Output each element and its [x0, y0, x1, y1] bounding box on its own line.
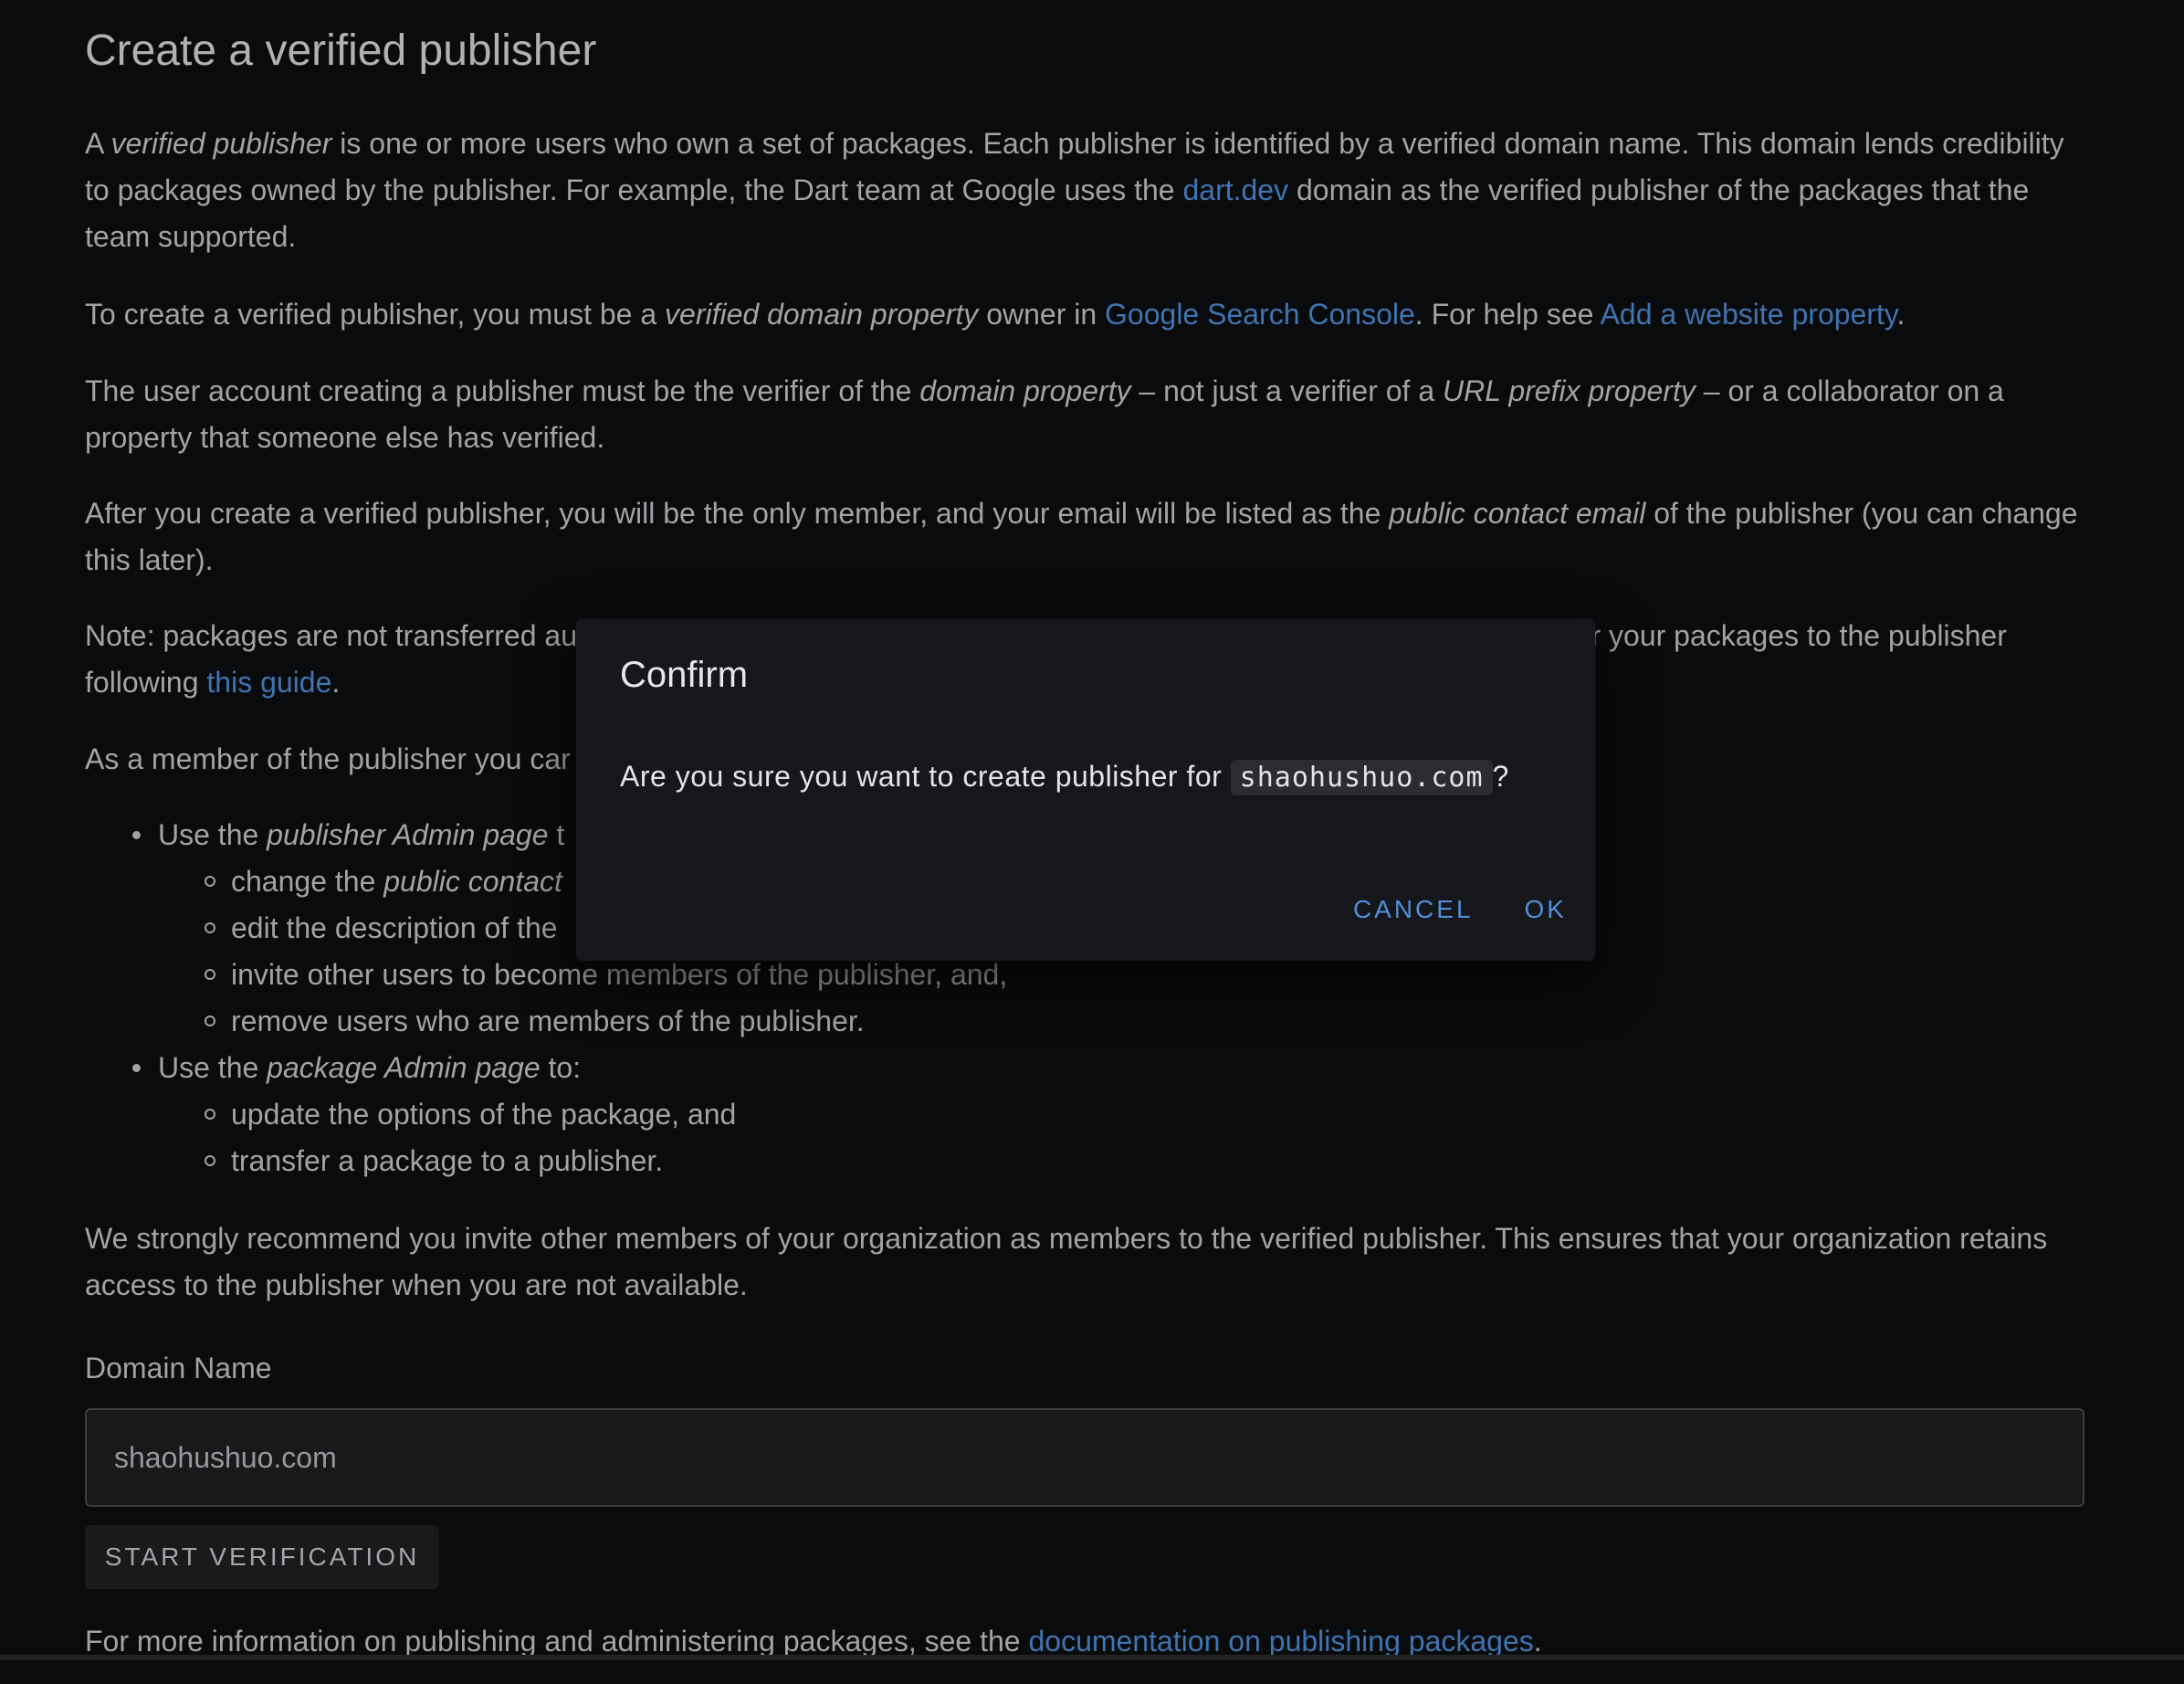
domain-code: shaohushuo.com [1230, 760, 1493, 795]
cancel-button[interactable]: CANCEL [1328, 889, 1499, 930]
confirm-dialog: Confirm Are you sure you want to create … [576, 619, 1595, 961]
text: Are you sure you want to create publishe… [620, 760, 1231, 793]
text: ? [1492, 760, 1509, 793]
dialog-title: Confirm [620, 655, 749, 695]
dialog-actions: CANCEL OK [1328, 889, 1595, 930]
ok-button[interactable]: OK [1499, 889, 1592, 930]
dialog-message: Are you sure you want to create publishe… [620, 753, 1509, 802]
